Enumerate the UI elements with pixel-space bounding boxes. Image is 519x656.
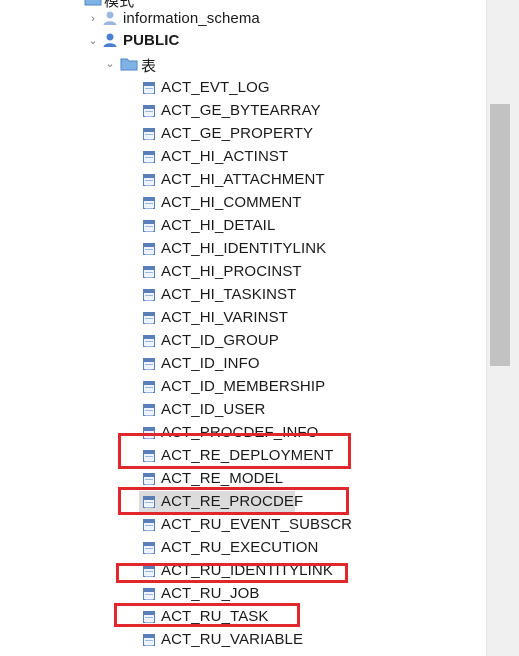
- table-name: ACT_GE_BYTEARRAY: [161, 102, 321, 119]
- table-icon: [143, 565, 155, 577]
- table-name: ACT_PROCDEF_INFO: [161, 424, 319, 441]
- table-node-act-ru-identitylink[interactable]: ACT_RU_IDENTITYLINK: [0, 559, 486, 582]
- table-name: ACT_HI_VARINST: [161, 309, 288, 326]
- table-node-partial[interactable]: [0, 651, 486, 656]
- table-node-act-hi-attachment[interactable]: ACT_HI_ATTACHMENT: [0, 168, 486, 191]
- table-node-act-hi-varinst[interactable]: ACT_HI_VARINST: [0, 306, 486, 329]
- table-node-act-ru-execution[interactable]: ACT_RU_EXECUTION: [0, 536, 486, 559]
- table-node-act-hi-actinst[interactable]: ACT_HI_ACTINST: [0, 145, 486, 168]
- table-name: ACT_ID_USER: [161, 401, 266, 418]
- table-name: ACT_HI_DETAIL: [161, 217, 276, 234]
- table-name: ACT_EVT_LOG: [161, 79, 270, 96]
- navigation-tree: 模式 › information_schema ⌄ PUBLIC ⌄ 表 ACT…: [0, 0, 486, 656]
- chevron-down-icon[interactable]: ⌄: [103, 57, 117, 71]
- chevron-down-icon[interactable]: ⌄: [86, 34, 100, 48]
- table-node-act-id-membership[interactable]: ACT_ID_MEMBERSHIP: [0, 375, 486, 398]
- chevron-right-icon[interactable]: ›: [86, 12, 100, 26]
- table-node-act-evt-log[interactable]: ACT_EVT_LOG: [0, 76, 486, 99]
- table-name: ACT_HI_ACTINST: [161, 148, 289, 165]
- table-icon: [143, 312, 155, 324]
- table-icon: [143, 105, 155, 117]
- table-node-act-ru-task[interactable]: ACT_RU_TASK: [0, 605, 486, 628]
- table-node-act-ge-property[interactable]: ACT_GE_PROPERTY: [0, 122, 486, 145]
- tree-node-label: 表: [141, 58, 157, 75]
- table-icon: [143, 519, 155, 531]
- table-name: ACT_RU_EXECUTION: [161, 539, 319, 556]
- schema-user-icon: [103, 11, 117, 25]
- table-icon: [143, 473, 155, 485]
- table-node-act-id-user[interactable]: ACT_ID_USER: [0, 398, 486, 421]
- table-icon: [143, 151, 155, 163]
- table-icon: [143, 611, 155, 623]
- tree-node-label: PUBLIC: [123, 32, 180, 49]
- table-name: ACT_RU_IDENTITYLINK: [161, 562, 333, 579]
- table-name: ACT_ID_INFO: [161, 355, 260, 372]
- table-icon: [143, 542, 155, 554]
- table-icon: [143, 427, 155, 439]
- table-icon: [143, 128, 155, 140]
- table-node-act-re-deployment[interactable]: ACT_RE_DEPLOYMENT: [0, 444, 486, 467]
- table-node-act-re-procdef[interactable]: ACT_RE_PROCDEF: [0, 490, 486, 513]
- table-node-act-id-group[interactable]: ACT_ID_GROUP: [0, 329, 486, 352]
- table-name: ACT_RE_DEPLOYMENT: [161, 447, 334, 464]
- table-icon: [143, 174, 155, 186]
- table-icon: [143, 82, 155, 94]
- table-icon: [143, 496, 155, 508]
- table-icon: [143, 381, 155, 393]
- scrollbar-thumb[interactable]: [490, 104, 510, 366]
- table-name: ACT_HI_PROCINST: [161, 263, 302, 280]
- table-name: ACT_ID_MEMBERSHIP: [161, 378, 326, 395]
- table-node-act-ru-job[interactable]: ACT_RU_JOB: [0, 582, 486, 605]
- table-icon: [143, 289, 155, 301]
- table-name: ACT_RU_EVENT_SUBSCR: [161, 516, 353, 533]
- folder-icon: [84, 0, 102, 6]
- table-name: ACT_GE_PROPERTY: [161, 125, 314, 142]
- folder-icon: [120, 58, 138, 71]
- table-icon: [143, 634, 155, 646]
- tree-node-public-schema[interactable]: ⌄ PUBLIC: [0, 29, 486, 52]
- table-node-act-hi-taskinst[interactable]: ACT_HI_TASKINST: [0, 283, 486, 306]
- table-name: ACT_HI_TASKINST: [161, 286, 297, 303]
- table-node-act-ru-event-subscr[interactable]: ACT_RU_EVENT_SUBSCR: [0, 513, 486, 536]
- table-icon: [143, 220, 155, 232]
- table-icon: [143, 404, 155, 416]
- table-node-act-ru-variable[interactable]: ACT_RU_VARIABLE: [0, 628, 486, 651]
- tree-node-information-schema[interactable]: › information_schema: [0, 7, 486, 30]
- table-name: ACT_RE_PROCDEF: [161, 493, 304, 510]
- table-name: ACT_RU_JOB: [161, 585, 260, 602]
- table-icon: [143, 588, 155, 600]
- table-node-act-procdef-info[interactable]: ACT_PROCDEF_INFO: [0, 421, 486, 444]
- table-name: ACT_HI_IDENTITYLINK: [161, 240, 327, 257]
- table-name: ACT_HI_ATTACHMENT: [161, 171, 325, 188]
- table-icon: [143, 243, 155, 255]
- table-node-act-ge-bytearray[interactable]: ACT_GE_BYTEARRAY: [0, 99, 486, 122]
- table-node-act-re-model[interactable]: ACT_RE_MODEL: [0, 467, 486, 490]
- schema-user-icon: [103, 33, 117, 47]
- table-name: ACT_HI_COMMENT: [161, 194, 302, 211]
- table-name: ACT_RU_TASK: [161, 608, 269, 625]
- table-icon: [143, 450, 155, 462]
- table-node-act-hi-procinst[interactable]: ACT_HI_PROCINST: [0, 260, 486, 283]
- table-icon: [143, 266, 155, 278]
- table-node-act-id-info[interactable]: ACT_ID_INFO: [0, 352, 486, 375]
- table-name: ACT_ID_GROUP: [161, 332, 279, 349]
- table-node-act-hi-detail[interactable]: ACT_HI_DETAIL: [0, 214, 486, 237]
- tree-node-label: information_schema: [123, 10, 260, 27]
- tree-node-tables-folder[interactable]: ⌄ 表: [0, 52, 486, 75]
- table-icon: [143, 335, 155, 347]
- table-node-act-hi-identitylink[interactable]: ACT_HI_IDENTITYLINK: [0, 237, 486, 260]
- table-node-act-hi-comment[interactable]: ACT_HI_COMMENT: [0, 191, 486, 214]
- table-name: ACT_RU_VARIABLE: [161, 631, 304, 648]
- table-name: ACT_RE_MODEL: [161, 470, 284, 487]
- table-icon: [143, 197, 155, 209]
- table-icon: [143, 358, 155, 370]
